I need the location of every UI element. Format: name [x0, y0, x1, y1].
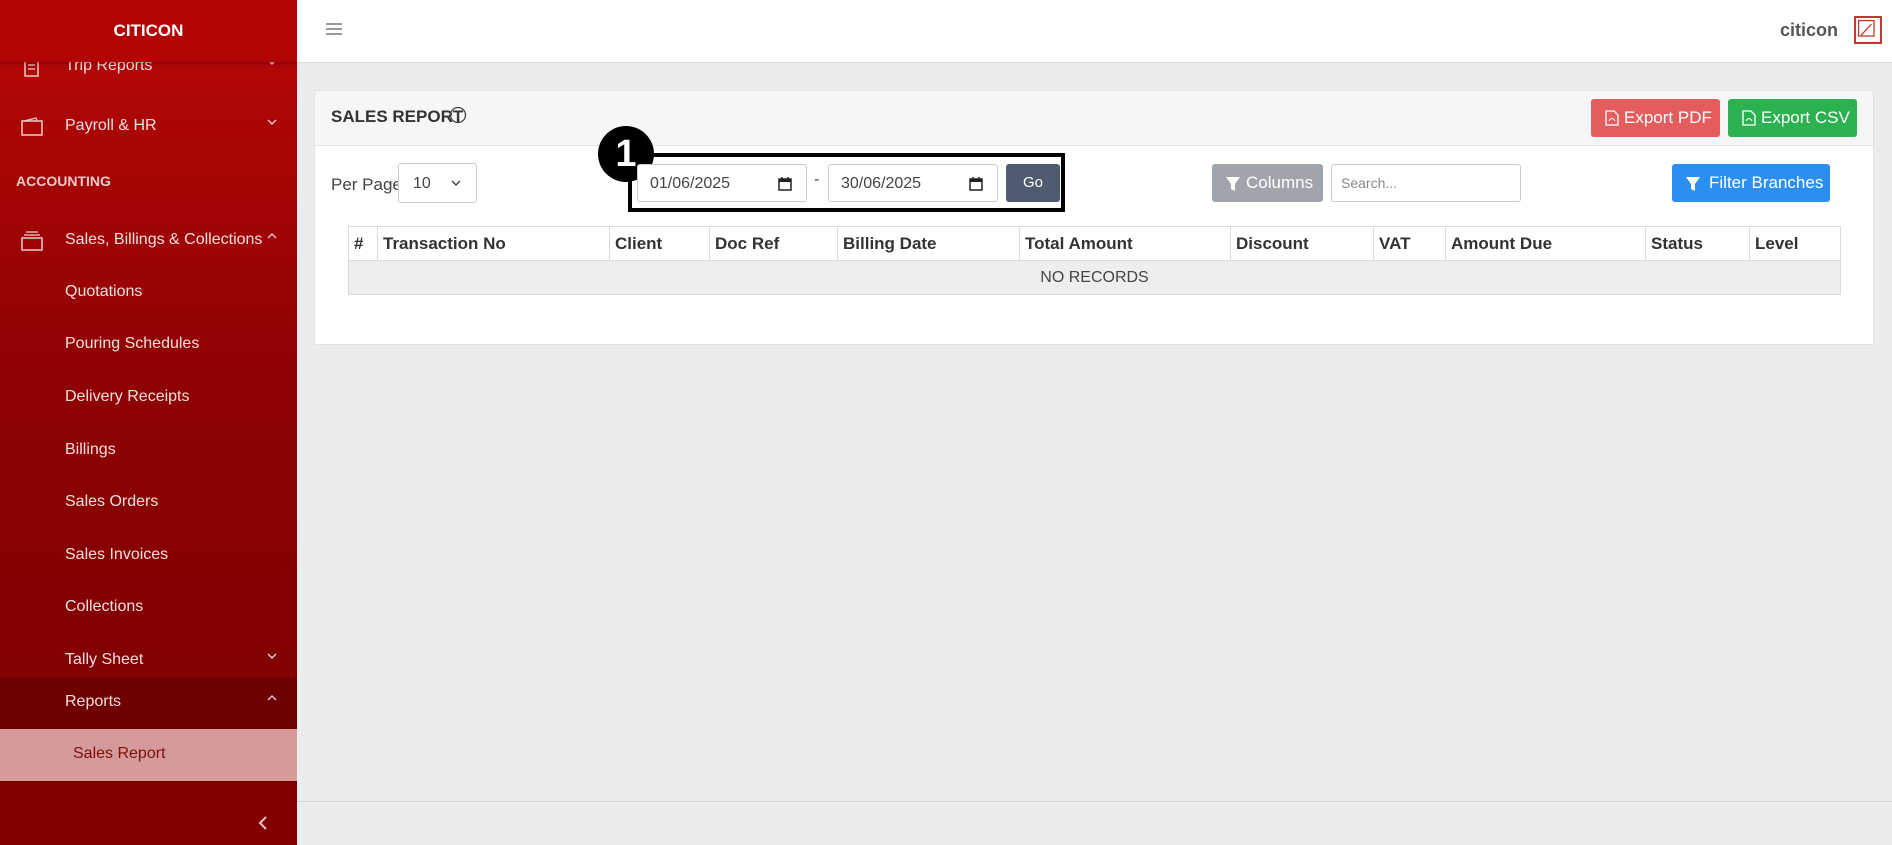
sidebar: CITICON Trip Reports Payroll & HR ACCOUN…: [0, 0, 297, 845]
sidebar-footer: [0, 781, 297, 845]
export-csv-label: Export CSV: [1761, 108, 1850, 127]
columns-label: Columns: [1246, 173, 1314, 192]
sidebar-item-label: Tally Sheet: [65, 651, 144, 668]
wallet-icon: [21, 117, 43, 136]
sidebar-item-sales-invoices[interactable]: Sales Invoices: [0, 530, 297, 582]
go-button[interactable]: Go: [1006, 164, 1060, 202]
topbar: citicon: [297, 0, 1892, 63]
filter-icon: [1226, 177, 1240, 191]
export-pdf-button[interactable]: Export PDF: [1591, 99, 1720, 137]
sidebar-item-sales-billings-collections[interactable]: Sales, Billings & Collections: [0, 215, 297, 267]
date-from-value: 01/06/2025: [650, 175, 731, 192]
sidebar-item-label: Sales Invoices: [65, 546, 169, 563]
chevron-down-icon: [267, 119, 277, 125]
brand-logo: CITICON: [0, 0, 297, 62]
date-separator: -: [814, 171, 820, 188]
sidebar-item-label: Quotations: [65, 283, 143, 300]
filter-branches-button[interactable]: Filter Branches: [1672, 164, 1830, 202]
sidebar-item-label: Sales Report: [73, 745, 166, 762]
sidebar-section-heading: ACCOUNTING: [16, 173, 111, 189]
sidebar-item-label: Collections: [65, 598, 144, 615]
per-page-value: 10: [413, 175, 431, 192]
chevron-up-icon: [267, 695, 277, 701]
date-to-input[interactable]: 30/06/2025: [828, 164, 998, 202]
table-row: NO RECORDS: [348, 260, 1841, 295]
columns-button[interactable]: Columns: [1212, 164, 1323, 202]
card-header: SALES REPORT Export PDF Export CSV: [315, 91, 1873, 146]
column-header-transaction-no[interactable]: Transaction No: [377, 226, 610, 261]
sidebar-item-sales-report[interactable]: Sales Report: [0, 729, 297, 781]
username[interactable]: citicon: [1780, 20, 1838, 41]
sidebar-item-label: Sales Orders: [65, 493, 159, 510]
column-header-amount-due[interactable]: Amount Due: [1445, 226, 1646, 261]
table-header-row: # Transaction No Client Doc Ref Billing …: [348, 226, 1841, 261]
avatar[interactable]: [1854, 16, 1882, 44]
date-from-input[interactable]: 01/06/2025: [637, 164, 807, 202]
search-input[interactable]: [1331, 164, 1521, 202]
per-page-label: Per Page: [331, 175, 402, 194]
sidebar-item-quotations[interactable]: Quotations: [0, 267, 297, 319]
sidebar-item-payroll-hr[interactable]: Payroll & HR: [0, 101, 297, 153]
sidebar-item-label: Pouring Schedules: [65, 335, 200, 352]
column-header-vat[interactable]: VAT: [1373, 226, 1446, 261]
calendar-icon[interactable]: [969, 176, 983, 191]
sidebar-item-billings[interactable]: Billings: [0, 425, 297, 477]
export-csv-button[interactable]: Export CSV: [1728, 99, 1857, 137]
export-pdf-label: Export PDF: [1624, 108, 1712, 127]
filter-branches-label: Filter Branches: [1709, 173, 1824, 192]
chevron-down-icon: [451, 180, 461, 187]
layers-icon: [21, 231, 43, 251]
info-icon[interactable]: [449, 106, 467, 124]
chevron-up-icon: [267, 233, 277, 239]
footer-bar: [297, 801, 1892, 845]
date-to-value: 30/06/2025: [841, 175, 922, 192]
sidebar-item-delivery-receipts[interactable]: Delivery Receipts: [0, 372, 297, 424]
calendar-icon[interactable]: [778, 176, 792, 191]
sidebar-item-label: Payroll & HR: [65, 117, 157, 134]
pdf-file-icon: [1605, 110, 1619, 126]
sidebar-item-label: Reports: [65, 693, 122, 710]
empty-message: NO RECORDS: [348, 260, 1841, 295]
sidebar-item-label: Sales, Billings & Collections: [65, 231, 263, 248]
column-header-status[interactable]: Status: [1645, 226, 1750, 261]
sales-report-card: SALES REPORT Export PDF Export CSV Per P…: [314, 90, 1874, 345]
sidebar-item-collections[interactable]: Collections: [0, 582, 297, 634]
column-header-total-amount[interactable]: Total Amount: [1019, 226, 1231, 261]
sidebar-item-pouring-schedules[interactable]: Pouring Schedules: [0, 319, 297, 371]
column-header-discount[interactable]: Discount: [1230, 226, 1374, 261]
column-header-doc-ref[interactable]: Doc Ref: [709, 226, 838, 261]
column-header-number[interactable]: #: [348, 226, 378, 261]
column-header-billing-date[interactable]: Billing Date: [837, 226, 1020, 261]
sidebar-item-reports[interactable]: Reports: [0, 677, 297, 729]
filter-icon: [1686, 177, 1700, 191]
column-header-level[interactable]: Level: [1749, 226, 1841, 261]
hamburger-menu-icon[interactable]: [326, 22, 342, 36]
sales-report-table: # Transaction No Client Doc Ref Billing …: [348, 226, 1841, 295]
sidebar-item-sales-orders[interactable]: Sales Orders: [0, 477, 297, 529]
chevron-down-icon: [267, 653, 277, 659]
sidebar-item-label: Billings: [65, 441, 116, 458]
column-header-client[interactable]: Client: [609, 226, 710, 261]
page-title: SALES REPORT: [331, 107, 464, 126]
chevron-left-icon[interactable]: [256, 815, 270, 831]
sidebar-item-label: Delivery Receipts: [65, 388, 190, 405]
csv-file-icon: [1742, 110, 1756, 126]
per-page-select[interactable]: 10: [398, 163, 477, 203]
